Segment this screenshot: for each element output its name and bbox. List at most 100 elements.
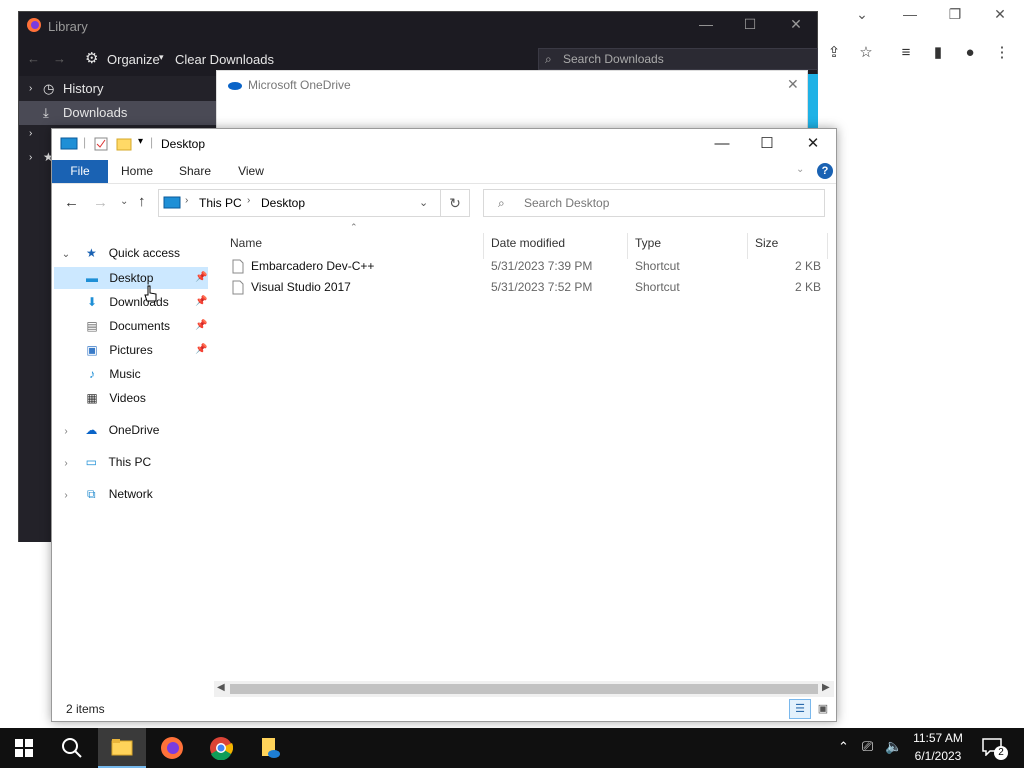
library-item-downloads[interactable]: ⤓ Downloads xyxy=(19,101,217,125)
clear-downloads-button[interactable]: Clear Downloads xyxy=(175,52,274,67)
separator: | xyxy=(83,135,87,149)
network-status-icon[interactable]: ⎚ xyxy=(862,738,873,755)
nav-label: Downloads xyxy=(109,295,169,309)
close-icon[interactable]: ✕ xyxy=(781,16,811,33)
chevron-up-icon[interactable]: ⌃ xyxy=(838,739,849,755)
share-icon[interactable]: ⇪ xyxy=(822,42,846,64)
close-icon[interactable]: ✕ xyxy=(787,76,799,93)
forward-icon[interactable]: → xyxy=(93,194,108,211)
file-row[interactable]: Embarcadero Dev-C++ 5/31/2023 7:39 PM Sh… xyxy=(226,256,826,277)
scrollbar-thumb[interactable] xyxy=(230,684,818,694)
minimize-icon[interactable]: — xyxy=(890,0,930,28)
help-icon[interactable]: ? xyxy=(817,163,833,179)
nav-onedrive[interactable]: › ☁ OneDrive xyxy=(58,418,159,442)
details-view-icon[interactable]: ☰ xyxy=(789,699,811,719)
nav-pictures[interactable]: ▣ Pictures xyxy=(84,338,152,362)
library-item-history[interactable]: › ◷ History xyxy=(19,77,217,101)
new-folder-icon[interactable] xyxy=(116,137,132,151)
close-icon[interactable]: ✕ xyxy=(790,129,836,159)
properties-icon[interactable] xyxy=(94,137,108,151)
action-center-button[interactable]: 2 xyxy=(976,732,1012,764)
chevron-down-icon[interactable]: ⌄ xyxy=(842,0,882,28)
menu-icon[interactable]: ⋮ xyxy=(990,42,1014,64)
file-name: Embarcadero Dev-C++ xyxy=(251,259,375,273)
breadcrumb-desktop[interactable]: Desktop xyxy=(261,196,305,210)
large-icons-view-icon[interactable]: ▣ xyxy=(813,699,833,719)
maximize-icon[interactable]: ☐ xyxy=(744,129,790,159)
chevron-down-icon: ⌄ xyxy=(61,249,71,260)
maximize-icon[interactable]: ☐ xyxy=(735,16,765,33)
chevron-right-icon[interactable]: › xyxy=(29,152,32,163)
taskbar-chrome[interactable] xyxy=(197,728,245,768)
search-button[interactable] xyxy=(48,728,96,768)
file-date: 5/31/2023 7:39 PM xyxy=(491,259,593,273)
minimize-icon[interactable]: — xyxy=(699,129,745,159)
taskbar-file-explorer[interactable] xyxy=(98,728,146,768)
nav-label: Documents xyxy=(109,319,171,333)
tab-home[interactable]: Home xyxy=(114,160,160,183)
nav-label: Quick access xyxy=(108,246,181,260)
pin-icon[interactable]: 📌 xyxy=(195,296,207,307)
scroll-left-icon[interactable]: ◀ xyxy=(217,682,225,693)
forward-icon[interactable]: → xyxy=(53,51,66,66)
nav-label: Network xyxy=(108,487,153,501)
restore-icon[interactable]: ❐ xyxy=(935,0,975,28)
breadcrumb-this-pc[interactable]: This PC xyxy=(199,196,242,210)
nav-this-pc[interactable]: › ▭ This PC xyxy=(58,450,151,474)
library-search-placeholder: Search Downloads xyxy=(563,52,664,66)
search-input[interactable]: ⌕ Search Desktop xyxy=(483,189,825,217)
recent-locations-icon[interactable]: ⌄ xyxy=(120,196,128,207)
firefox-icon xyxy=(27,18,41,32)
chevron-right-icon: › xyxy=(247,195,251,206)
nav-videos[interactable]: ▦ Videos xyxy=(84,386,146,410)
shortcut-file-icon xyxy=(232,280,244,295)
nav-documents[interactable]: ▤ Documents xyxy=(84,314,170,338)
nav-network[interactable]: › ⧉ Network xyxy=(58,482,153,506)
organize-button[interactable]: Organize xyxy=(107,52,160,67)
chevron-down-icon[interactable]: ⌄ xyxy=(419,196,428,209)
scroll-right-icon[interactable]: ▶ xyxy=(822,682,830,693)
close-icon[interactable]: ✕ xyxy=(980,0,1020,28)
nav-desktop[interactable]: ▬ Desktop xyxy=(84,266,153,290)
taskbar-onedrive-folder[interactable] xyxy=(246,728,294,768)
pin-icon[interactable]: 📌 xyxy=(195,272,207,283)
star-icon[interactable]: ☆ xyxy=(854,42,878,64)
video-icon: ▦ xyxy=(86,391,98,405)
chevron-down-icon[interactable]: ▾ xyxy=(138,136,143,147)
up-icon[interactable]: ↑ xyxy=(138,193,146,210)
library-search-input[interactable]: ⌕ Search Downloads xyxy=(538,48,818,70)
address-bar[interactable]: › This PC › Desktop ⌄ xyxy=(158,189,470,217)
sidepanel-icon[interactable]: ▮ xyxy=(926,42,950,64)
download-icon: ⬇ xyxy=(86,295,98,309)
chevron-right-icon[interactable]: › xyxy=(29,128,32,139)
expand-ribbon-icon[interactable]: ⌄ xyxy=(796,164,804,175)
clock-date[interactable]: 6/1/2023 xyxy=(908,749,968,763)
volume-muted-icon[interactable]: 🔈 xyxy=(885,738,902,755)
library-item-label: History xyxy=(63,81,104,96)
tab-view[interactable]: View xyxy=(228,160,274,183)
clock-time[interactable]: 11:57 AM xyxy=(908,731,968,745)
media-icon[interactable]: ≡ xyxy=(894,42,918,64)
nav-label: Music xyxy=(109,367,141,381)
back-icon[interactable]: ← xyxy=(64,194,79,211)
file-row[interactable]: Visual Studio 2017 5/31/2023 7:52 PM Sho… xyxy=(226,277,826,298)
pin-icon[interactable]: 📌 xyxy=(195,344,207,355)
file-type: Shortcut xyxy=(635,280,680,294)
nav-music[interactable]: ♪ Music xyxy=(84,362,141,386)
tab-file[interactable]: File xyxy=(52,160,108,183)
onedrive-title: Microsoft OneDrive xyxy=(248,78,351,92)
taskbar: ⌃ ⎚ 🔈 11:57 AM 6/1/2023 2 xyxy=(0,728,1024,768)
horizontal-scrollbar[interactable]: ◀ ▶ xyxy=(214,681,834,697)
start-button[interactable] xyxy=(0,728,48,768)
tab-share[interactable]: Share xyxy=(172,160,218,183)
pin-icon[interactable]: 📌 xyxy=(195,320,207,331)
download-icon: ⤓ xyxy=(43,105,49,120)
taskbar-firefox[interactable] xyxy=(148,728,196,768)
minimize-icon[interactable]: — xyxy=(691,16,721,32)
this-pc-icon: ▭ xyxy=(85,455,98,469)
file-name: Visual Studio 2017 xyxy=(251,280,351,294)
profile-icon[interactable]: ● xyxy=(958,42,982,64)
refresh-icon[interactable]: ↻ xyxy=(440,189,470,217)
back-icon[interactable]: ← xyxy=(27,51,40,66)
nav-quick-access[interactable]: ⌄ ★ Quick access xyxy=(58,241,180,265)
